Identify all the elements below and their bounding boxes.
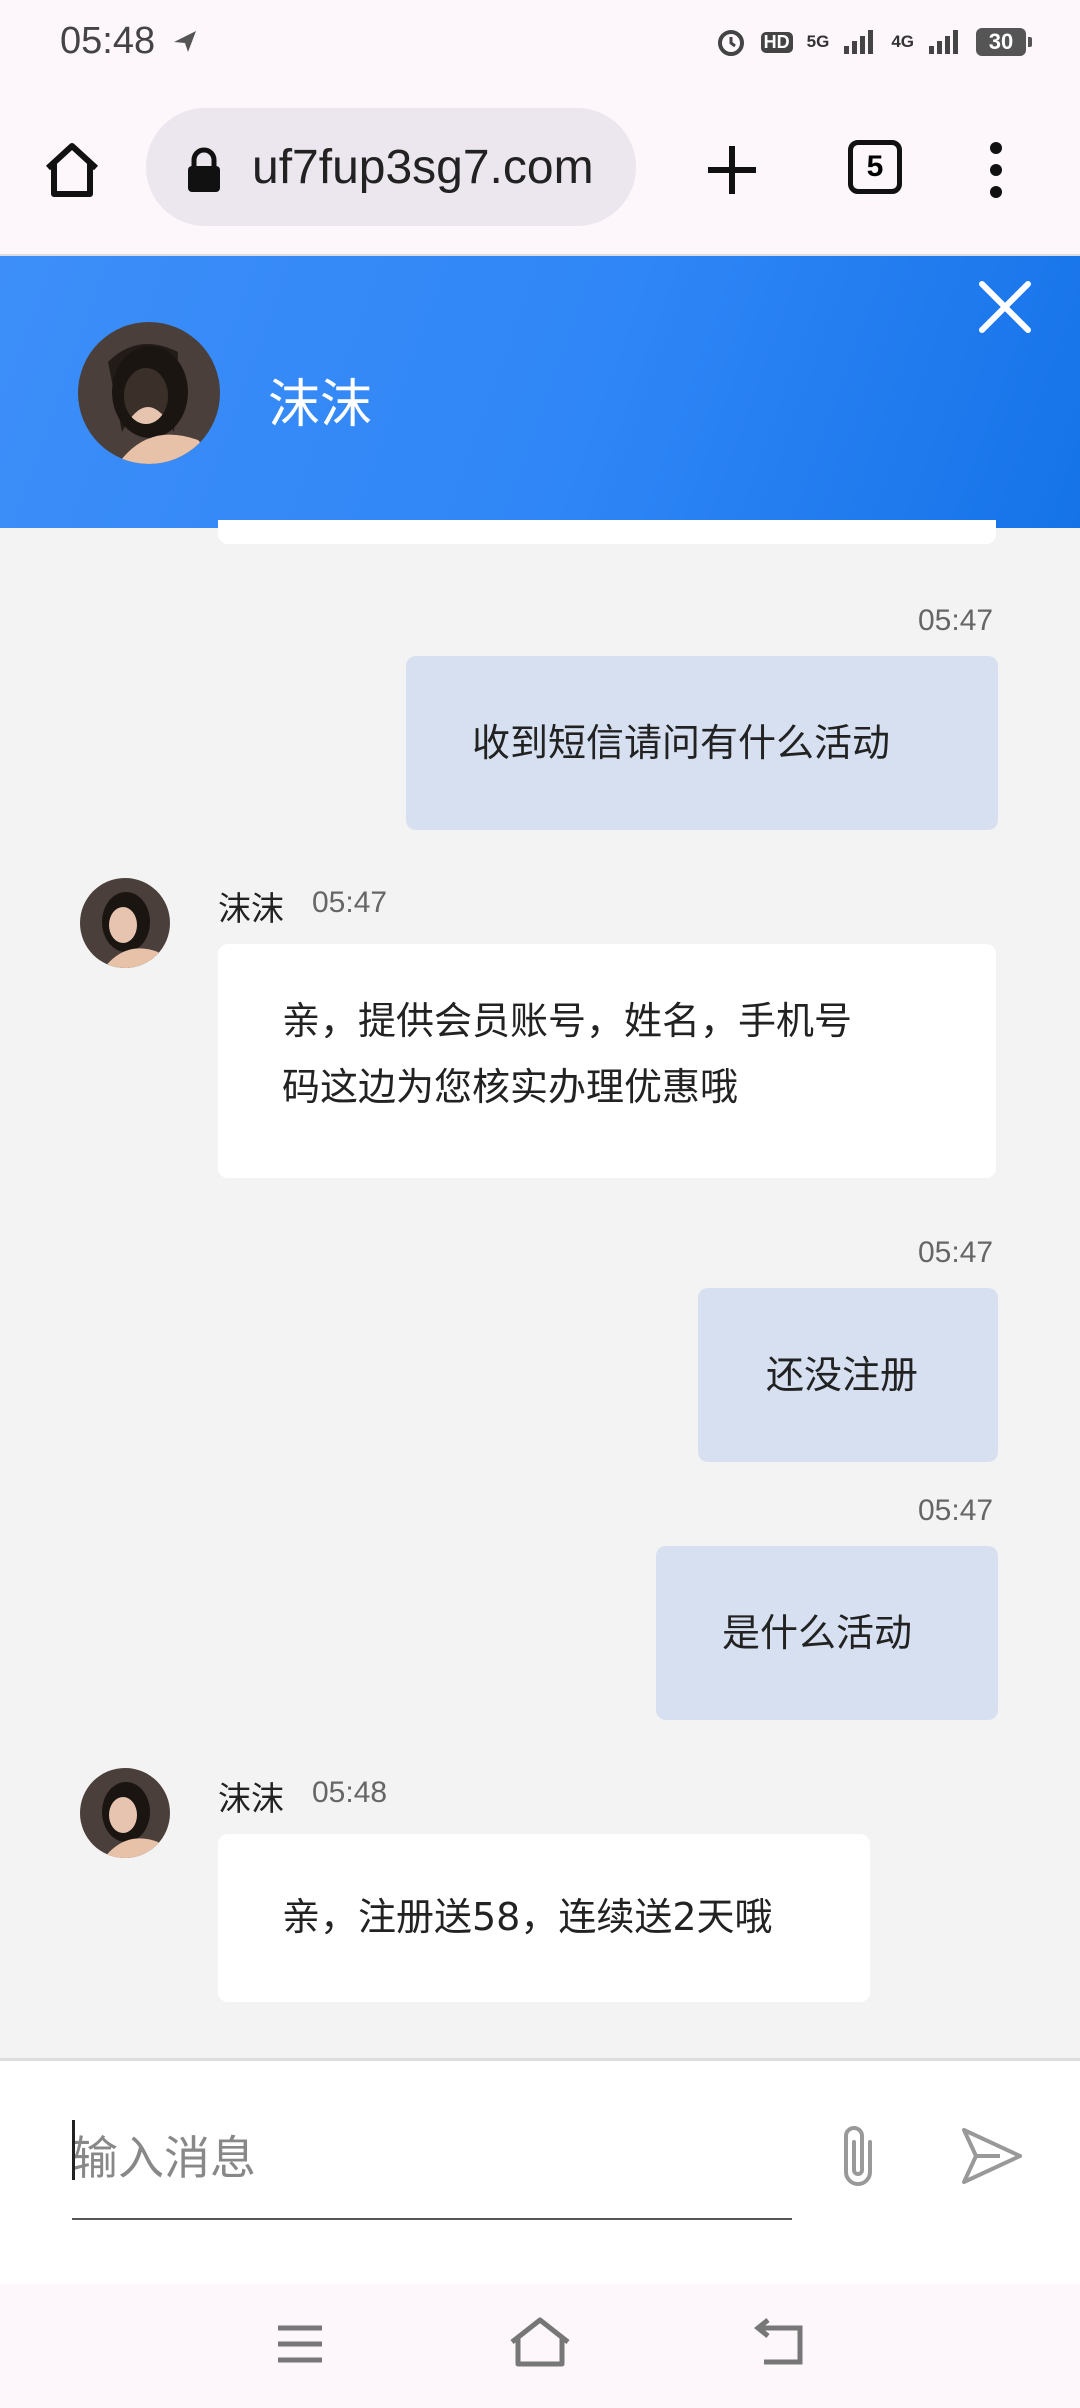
message-text: 收到短信请问有什么活动	[472, 721, 891, 765]
text-caret	[72, 2120, 75, 2180]
message-time: 05:47	[312, 886, 388, 919]
signal-icon-2	[929, 30, 958, 54]
message-text: 是什么活动	[722, 1611, 913, 1655]
back-icon[interactable]	[754, 2318, 808, 2368]
message-text-line-1: 亲，提供会员账号，姓名，手机号	[282, 999, 853, 1043]
message-input[interactable]: 输入消息	[72, 2122, 256, 2188]
agent-name: 沫沫	[268, 375, 373, 435]
agent-avatar-small	[80, 878, 170, 968]
tab-count: 5	[866, 150, 884, 183]
status-time: 05:48	[60, 20, 156, 62]
message-time: 05:47	[918, 604, 994, 637]
send-icon[interactable]	[960, 2126, 1024, 2186]
home-icon[interactable]	[40, 138, 104, 202]
hd-icon: HD	[760, 31, 793, 53]
my-message-bubble: 还没注册	[698, 1288, 998, 1462]
menu-icon[interactable]	[276, 2322, 324, 2366]
network-label-1: 5G	[806, 32, 830, 51]
agent-message-bubble: 亲，注册送58，连续送2天哦	[218, 1834, 870, 2002]
sender-name: 沫沫	[218, 889, 284, 928]
message-time: 05:47	[918, 1494, 994, 1527]
url-text[interactable]: uf7fup3sg7.com	[252, 140, 622, 195]
message-time: 05:47	[918, 1236, 994, 1269]
alarm-icon	[717, 30, 744, 56]
network-label-2: 4G	[891, 32, 914, 51]
message-time: 05:48	[312, 1776, 388, 1809]
sender-name: 沫沫	[218, 1779, 284, 1818]
paperclip-icon[interactable]	[832, 2120, 884, 2192]
lock-icon[interactable]	[184, 146, 224, 194]
message-text: 亲，注册送58，连续送2天哦	[282, 1895, 773, 1939]
more-vert-icon[interactable]	[980, 138, 1012, 202]
my-message-bubble: 是什么活动	[656, 1546, 998, 1720]
location-arrow-icon	[174, 31, 196, 52]
nav-home-icon[interactable]	[508, 2316, 572, 2368]
my-message-bubble: 收到短信请问有什么活动	[406, 656, 998, 830]
message-text-line-2: 码这边为您核实办理优惠哦	[282, 1065, 739, 1109]
signal-icon	[844, 30, 874, 54]
agent-message-bubble: 亲，提供会员账号，姓名，手机号 码这边为您核实办理优惠哦	[218, 944, 996, 1178]
battery-icon: 30	[976, 28, 1032, 56]
agent-avatar-small	[80, 1768, 170, 1858]
close-icon[interactable]	[976, 278, 1034, 336]
message-text: 还没注册	[766, 1353, 919, 1397]
message-bubble-partial	[218, 520, 996, 544]
input-underline	[72, 2218, 792, 2220]
agent-avatar	[78, 322, 220, 464]
status-icons: HD 5G 4G 30	[715, 22, 1032, 62]
tab-switcher-button[interactable]: 5	[848, 140, 902, 194]
plus-icon[interactable]	[700, 138, 764, 202]
